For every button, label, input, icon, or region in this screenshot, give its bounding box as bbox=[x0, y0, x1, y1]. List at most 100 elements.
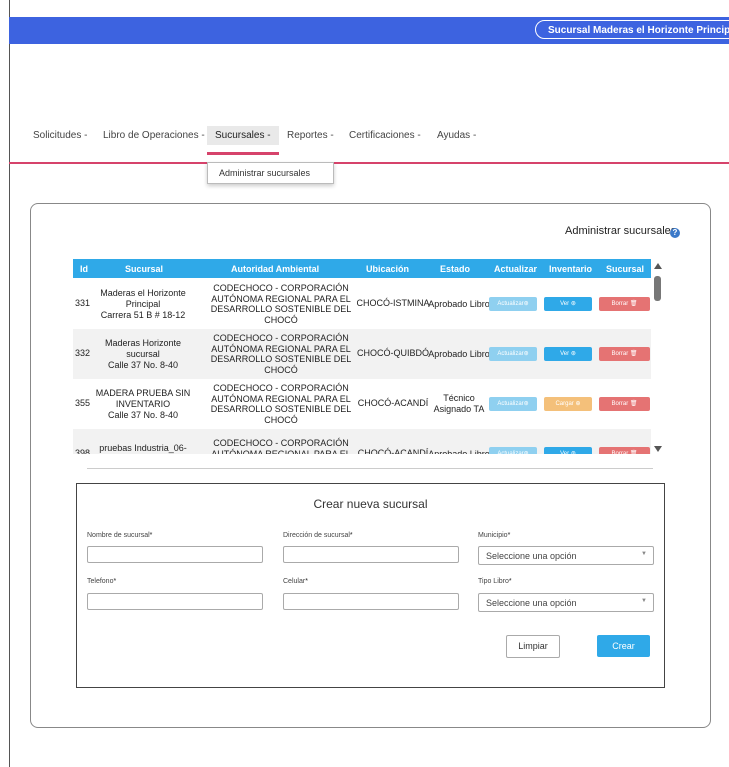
nombre-input[interactable] bbox=[87, 546, 263, 563]
menu-solicitudes[interactable]: Solicitudes - bbox=[33, 130, 87, 141]
view-inventory-button[interactable]: Ver ⊛ bbox=[544, 447, 592, 454]
chevron-down-icon: ▼ bbox=[641, 598, 647, 604]
create-branch-form bbox=[76, 483, 665, 688]
main-menu: Solicitudes - Libro de Operaciones - Suc… bbox=[0, 124, 729, 148]
col-estado: Estado bbox=[440, 264, 471, 274]
cell-id: 355 bbox=[75, 398, 91, 408]
delete-button[interactable]: Borrar 🗑 bbox=[599, 397, 650, 411]
dropdown-item-administrar[interactable]: Administrar sucursales bbox=[219, 168, 310, 178]
municipio-select[interactable]: Seleccione una opción ▼ bbox=[478, 546, 654, 565]
cell-autoridad: CODECHOCO - CORPORACIÓN AUTÓNOMA REGIONAL… bbox=[195, 383, 367, 425]
load-inventory-button[interactable]: Cargar ⊕ bbox=[544, 397, 592, 411]
menu-divider bbox=[9, 162, 729, 164]
cell-line: Calle 37 No. 8-40 bbox=[107, 359, 179, 370]
menu-sucursales[interactable]: Sucursales - bbox=[207, 126, 279, 145]
scrollbar-thumb[interactable] bbox=[654, 276, 661, 301]
col-sucursal-actions: Sucursal bbox=[606, 264, 645, 274]
cell-estado: Aprobado Libro bbox=[425, 449, 493, 455]
cell-line: Aprobado Libro bbox=[428, 448, 490, 455]
tipo-libro-select[interactable]: Seleccione una opción ▼ bbox=[478, 593, 654, 612]
cell-line: DESARROLLO SOSTENIBLE DEL bbox=[210, 304, 352, 314]
cell-line: CODECHOCO - CORPORACIÓN bbox=[213, 333, 349, 343]
update-button[interactable]: Actualizar⊛ bbox=[489, 297, 537, 311]
cell-line: Aprobado Libro bbox=[428, 298, 490, 309]
table-row: 398pruebas Industria_06-06-2025CODECHOCO… bbox=[73, 429, 651, 454]
cell-line: sucursal bbox=[126, 348, 160, 359]
col-ubicacion: Ubicación bbox=[366, 264, 410, 274]
active-tab-indicator bbox=[207, 152, 279, 155]
table-row: 355 MADERA PRUEBA SIN INVENTARIO Calle 37 N… bbox=[73, 379, 651, 429]
col-inventario: Inventario bbox=[549, 264, 593, 274]
cell-ubicacion: CHOCÓ-ACANDÍ bbox=[357, 448, 429, 454]
section-divider bbox=[87, 468, 653, 469]
cell-line: DESARROLLO SOSTENIBLE DEL bbox=[210, 404, 352, 414]
cell-autoridad: CODECHOCO - CORPORACIÓN AUTÓNOMA REGIONAL… bbox=[195, 283, 367, 325]
table-header: Id Sucursal Autoridad Ambiental Ubicació… bbox=[73, 259, 651, 278]
scroll-down-arrow-icon[interactable] bbox=[654, 446, 662, 452]
cell-sucursal: pruebas Industria_06-06-2025 bbox=[93, 443, 193, 454]
update-button[interactable]: Actualizar⊛ bbox=[489, 397, 537, 411]
panel-title: Administrar sucursales bbox=[565, 225, 677, 237]
cell-line: AUTÓNOMA REGIONAL PARA EL bbox=[211, 343, 351, 354]
update-button[interactable]: Actualizar⊛ bbox=[489, 447, 537, 454]
telefono-input[interactable] bbox=[87, 593, 263, 610]
cell-ubicacion: CHOCÓ-ACANDÍ bbox=[357, 398, 429, 408]
col-actualizar: Actualizar bbox=[494, 264, 538, 274]
cell-id: 331 bbox=[75, 298, 91, 308]
branch-selector[interactable]: Sucursal Maderas el Horizonte Principal … bbox=[535, 20, 729, 39]
col-autoridad: Autoridad Ambiental bbox=[231, 264, 320, 274]
direccion-label: Dirección de sucursal* bbox=[283, 532, 353, 539]
cell-line: Técnico bbox=[443, 393, 475, 403]
update-button[interactable]: Actualizar⊛ bbox=[489, 347, 537, 361]
menu-certificaciones[interactable]: Certificaciones - bbox=[349, 130, 421, 141]
cell-estado: Aprobado Libro bbox=[425, 349, 493, 360]
cell-line: DESARROLLO SOSTENIBLE DEL bbox=[210, 354, 352, 364]
table-row: 332 Maderas Horizonte sucursal Calle 37 No.… bbox=[73, 329, 651, 379]
chevron-down-icon: ▼ bbox=[641, 551, 647, 557]
cell-line: Maderas el Horizonte bbox=[100, 287, 186, 298]
cell-line: CHOCÓ bbox=[264, 364, 298, 375]
cell-id: 398 bbox=[75, 448, 91, 454]
cell-line: CODECHOCO - CORPORACIÓN bbox=[213, 383, 349, 393]
form-title: Crear nueva sucursal bbox=[313, 497, 428, 511]
cell-sucursal: Maderas Horizonte sucursal Calle 37 No. 8-… bbox=[93, 338, 193, 371]
scroll-up-arrow-icon[interactable] bbox=[654, 263, 662, 269]
municipio-select-value: Seleccione una opción bbox=[486, 551, 577, 561]
create-button[interactable]: Crear bbox=[597, 635, 650, 657]
cell-sucursal: MADERA PRUEBA SIN INVENTARIO Calle 37 No. … bbox=[93, 388, 193, 421]
help-icon[interactable]: ? bbox=[670, 228, 680, 238]
municipio-label: Municipio* bbox=[478, 532, 511, 539]
cell-ubicacion: CHOCÓ-ISTMINA bbox=[356, 298, 430, 308]
nombre-label: Nombre de sucursal* bbox=[87, 532, 153, 539]
cell-estado: Técnico Asignado TA bbox=[425, 393, 493, 415]
tipo-libro-select-value: Seleccione una opción bbox=[486, 598, 577, 608]
delete-button[interactable]: Borrar 🗑 bbox=[599, 447, 650, 454]
cell-autoridad: CODECHOCO - CORPORACIÓN AUTÓNOMA REGIONAL… bbox=[195, 333, 367, 375]
telefono-label: Telefono* bbox=[87, 578, 117, 585]
cell-line: CODECHOCO - CORPORACIÓN bbox=[213, 283, 349, 293]
cell-line: Carrera 51 B # 18-12 bbox=[100, 309, 186, 320]
view-inventory-button[interactable]: Ver ⊛ bbox=[544, 347, 592, 361]
menu-libro-operaciones[interactable]: Libro de Operaciones - bbox=[103, 130, 205, 141]
sucursales-dropdown: Administrar sucursales bbox=[207, 162, 334, 184]
cell-line: Maderas Horizonte bbox=[104, 337, 182, 348]
cell-line: CODECHOCO - CORPORACIÓN bbox=[213, 438, 349, 449]
col-sucursal: Sucursal bbox=[125, 264, 164, 274]
cell-line: CHOCÓ bbox=[264, 314, 298, 325]
cell-line: CHOCÓ bbox=[264, 414, 298, 425]
direccion-input[interactable] bbox=[283, 546, 459, 563]
tipo-libro-label: Tipo Libro* bbox=[478, 578, 512, 585]
cell-autoridad: CODECHOCO - CORPORACIÓN AUTÓNOMA REGIONAL… bbox=[195, 438, 367, 454]
cell-line: Aprobado Libro bbox=[428, 348, 490, 359]
celular-label: Celular* bbox=[283, 578, 308, 585]
table-row: 331 Maderas el Horizonte Principal Carrera … bbox=[73, 279, 651, 329]
view-inventory-button[interactable]: Ver ⊛ bbox=[544, 297, 592, 311]
delete-button[interactable]: Borrar 🗑 bbox=[599, 347, 650, 361]
celular-input[interactable] bbox=[283, 593, 459, 610]
delete-button[interactable]: Borrar 🗑 bbox=[599, 297, 650, 311]
menu-ayudas[interactable]: Ayudas - bbox=[437, 130, 476, 141]
cell-line: AUTÓNOMA REGIONAL PARA EL bbox=[211, 448, 351, 454]
clear-button[interactable]: Limpiar bbox=[506, 635, 560, 658]
sucursales-table: Id Sucursal Autoridad Ambiental Ubicació… bbox=[73, 259, 664, 454]
menu-reportes[interactable]: Reportes - bbox=[287, 130, 334, 141]
